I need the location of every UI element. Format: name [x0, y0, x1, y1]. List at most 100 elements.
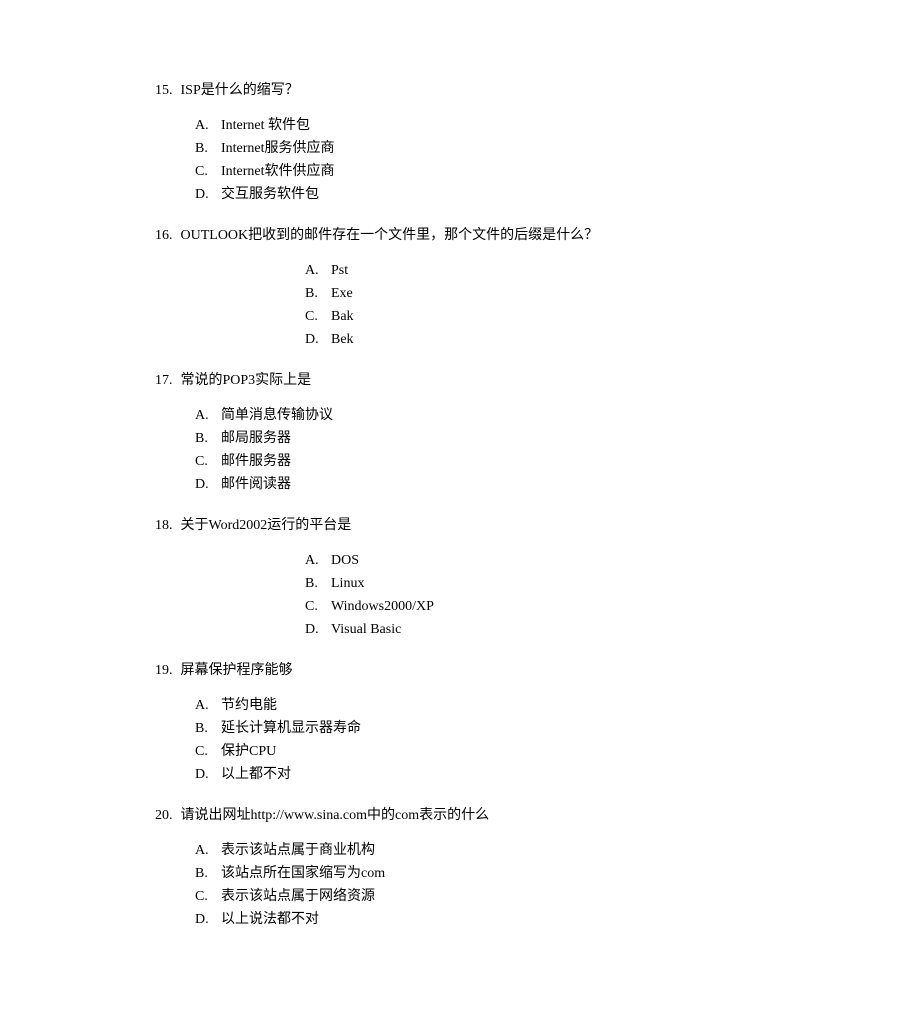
option-label: A.: [195, 840, 221, 861]
option-label: B.: [305, 283, 331, 304]
question-number: 18.: [155, 518, 173, 533]
option-label: A.: [305, 260, 331, 281]
question-number: 20.: [155, 808, 173, 823]
option-label: C.: [195, 886, 221, 907]
option-text: 以上说法都不对: [221, 909, 765, 930]
question: 17. 常说的POP3实际上是 A.简单消息传输协议B.邮局服务器C.邮件服务器D.…: [155, 370, 765, 495]
option-label: D.: [195, 909, 221, 930]
question-body: OUTLOOK把收到的邮件存在一个文件里，那个文件的后缀是什么？: [181, 228, 599, 243]
option-text: Visual Basic: [331, 619, 765, 640]
option-row: B.该站点所在国家缩写为com: [195, 863, 765, 884]
option-row: A.Internet 软件包: [195, 115, 765, 136]
option-text: 节约电能: [221, 695, 765, 716]
option-text: 邮件服务器: [221, 451, 765, 472]
option-text: 表示该站点属于商业机构: [221, 840, 765, 861]
option-row: B.Linux: [305, 573, 765, 594]
option-label: B.: [195, 428, 221, 449]
option-label: A.: [195, 695, 221, 716]
option-row: B.延长计算机显示器寿命: [195, 718, 765, 739]
option-text: DOS: [331, 550, 765, 571]
option-row: A.简单消息传输协议: [195, 405, 765, 426]
question-body: 请说出网址http://www.sina.com中的com表示的什么: [181, 808, 490, 823]
question-body: 常说的POP3实际上是: [181, 373, 312, 388]
option-text: 邮局服务器: [221, 428, 765, 449]
options-list: A.简单消息传输协议B.邮局服务器C.邮件服务器D.邮件阅读器: [155, 405, 765, 495]
option-text: Internet服务供应商: [221, 138, 765, 159]
option-text: 表示该站点属于网络资源: [221, 886, 765, 907]
option-row: D.交互服务软件包: [195, 184, 765, 205]
option-label: C.: [195, 451, 221, 472]
options-list: A.表示该站点属于商业机构B.该站点所在国家缩写为comC.表示该站点属于网络资…: [155, 840, 765, 930]
question: 19. 屏幕保护程序能够 A.节约电能B.延长计算机显示器寿命C.保护CPUD.以上…: [155, 660, 765, 785]
question-number: 16.: [155, 228, 173, 243]
option-text: 该站点所在国家缩写为com: [221, 863, 765, 884]
option-row: A.DOS: [305, 550, 765, 571]
option-row: D.Bek: [305, 329, 765, 350]
option-label: A.: [195, 405, 221, 426]
option-text: Internet 软件包: [221, 115, 765, 136]
question-text: 16. OUTLOOK把收到的邮件存在一个文件里，那个文件的后缀是什么？: [155, 225, 765, 246]
option-label: C.: [195, 161, 221, 182]
option-text: Exe: [331, 283, 765, 304]
option-row: B.Internet服务供应商: [195, 138, 765, 159]
option-text: Bek: [331, 329, 765, 350]
option-row: D.邮件阅读器: [195, 474, 765, 495]
question-text: 17. 常说的POP3实际上是: [155, 370, 765, 391]
option-row: D.以上说法都不对: [195, 909, 765, 930]
option-row: C.Internet软件供应商: [195, 161, 765, 182]
option-row: D.以上都不对: [195, 764, 765, 785]
options-list: A.DOSB.LinuxC.Windows2000/XPD.Visual Bas…: [155, 550, 765, 640]
options-list: A.节约电能B.延长计算机显示器寿命C.保护CPUD.以上都不对: [155, 695, 765, 785]
option-text: Linux: [331, 573, 765, 594]
option-label: C.: [305, 596, 331, 617]
option-row: D.Visual Basic: [305, 619, 765, 640]
option-text: Bak: [331, 306, 765, 327]
option-text: 邮件阅读器: [221, 474, 765, 495]
option-row: A.Pst: [305, 260, 765, 281]
option-text: Internet软件供应商: [221, 161, 765, 182]
option-text: 延长计算机显示器寿命: [221, 718, 765, 739]
option-text: Windows2000/XP: [331, 596, 765, 617]
option-label: C.: [305, 306, 331, 327]
option-row: A.表示该站点属于商业机构: [195, 840, 765, 861]
options-list: A.PstB.ExeC.BakD.Bek: [155, 260, 765, 350]
option-label: D.: [195, 184, 221, 205]
question-body: ISP是什么的缩写？: [181, 83, 299, 98]
option-label: B.: [195, 863, 221, 884]
question-body: 关于Word2002运行的平台是: [181, 518, 352, 533]
question-text: 20. 请说出网址http://www.sina.com中的com表示的什么: [155, 805, 765, 826]
option-label: A.: [195, 115, 221, 136]
question-text: 18. 关于Word2002运行的平台是: [155, 515, 765, 536]
question-text: 19. 屏幕保护程序能够: [155, 660, 765, 681]
question: 15. ISP是什么的缩写？ A.Internet 软件包B.Internet服务供…: [155, 80, 765, 205]
option-text: 以上都不对: [221, 764, 765, 785]
question-number: 15.: [155, 83, 173, 98]
question-number: 19.: [155, 663, 173, 678]
option-row: C.邮件服务器: [195, 451, 765, 472]
option-label: A.: [305, 550, 331, 571]
option-label: D.: [305, 329, 331, 350]
option-row: C.Windows2000/XP: [305, 596, 765, 617]
option-text: 保护CPU: [221, 741, 765, 762]
option-row: C.保护CPU: [195, 741, 765, 762]
question-number: 17.: [155, 373, 173, 388]
questions-container: 15.ISP是什么的缩写？A.Internet 软件包B.Internet服务供…: [155, 80, 765, 930]
option-row: B.邮局服务器: [195, 428, 765, 449]
option-label: D.: [195, 764, 221, 785]
option-label: B.: [195, 138, 221, 159]
option-text: 简单消息传输协议: [221, 405, 765, 426]
options-list: A.Internet 软件包B.Internet服务供应商C.Internet软…: [155, 115, 765, 205]
question-body: 屏幕保护程序能够: [181, 663, 293, 678]
option-label: D.: [305, 619, 331, 640]
option-text: 交互服务软件包: [221, 184, 765, 205]
option-row: C.Bak: [305, 306, 765, 327]
option-label: C.: [195, 741, 221, 762]
option-row: C.表示该站点属于网络资源: [195, 886, 765, 907]
option-label: B.: [195, 718, 221, 739]
question: 16. OUTLOOK把收到的邮件存在一个文件里，那个文件的后缀是什么？ A.Pst…: [155, 225, 765, 350]
option-text: Pst: [331, 260, 765, 281]
option-label: B.: [305, 573, 331, 594]
option-label: D.: [195, 474, 221, 495]
question: 18. 关于Word2002运行的平台是 A.DOSB.LinuxC.Windows…: [155, 515, 765, 640]
option-row: B.Exe: [305, 283, 765, 304]
